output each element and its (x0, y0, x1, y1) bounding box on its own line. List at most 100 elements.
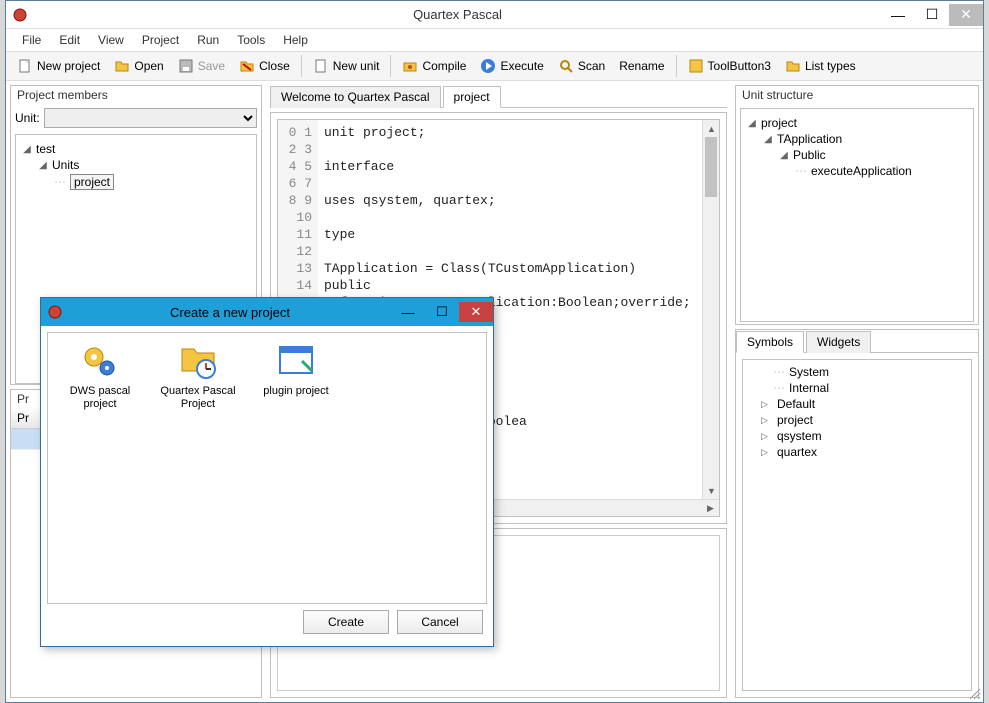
symbols-tree[interactable]: ⋯System⋯Internal▷Default▷project▷qsystem… (742, 359, 972, 691)
expander-icon[interactable]: ▷ (761, 415, 769, 426)
scroll-right-icon[interactable]: ▶ (702, 500, 719, 517)
open-button[interactable]: Open (107, 54, 170, 78)
window-plugin-icon (276, 341, 316, 381)
symbol-label: qsystem (777, 429, 822, 443)
expander-icon[interactable]: ▷ (761, 447, 769, 458)
tab-symbols[interactable]: Symbols (736, 331, 804, 353)
tool-icon (688, 58, 704, 74)
toolbutton3-button[interactable]: ToolButton3 (681, 54, 778, 78)
project-tree[interactable]: ◢test ◢Units ⋯project (20, 139, 252, 193)
new-unit-label: New unit (333, 59, 380, 73)
menu-edit[interactable]: Edit (51, 31, 88, 49)
template-label: DWS pascal project (56, 385, 144, 411)
menu-view[interactable]: View (90, 31, 132, 49)
save-button[interactable]: Save (171, 54, 232, 78)
template-quartex-pascal[interactable]: Quartex Pascal Project (154, 341, 242, 411)
file-icon (17, 58, 33, 74)
app-icon (12, 7, 28, 23)
tree-units[interactable]: Units (52, 158, 79, 172)
menu-project[interactable]: Project (134, 31, 187, 49)
open-label: Open (134, 59, 163, 73)
chevron-down-icon[interactable]: ◢ (747, 118, 757, 129)
new-project-dialog: Create a new project — ☐ ✕ DWS pascal pr… (40, 297, 494, 647)
chevron-down-icon[interactable]: ◢ (38, 160, 48, 171)
execute-label: Execute (500, 59, 543, 73)
project-members-title: Project members (11, 86, 261, 104)
rename-button[interactable]: Rename (612, 55, 671, 77)
menu-tools[interactable]: Tools (229, 31, 273, 49)
scan-label: Scan (578, 59, 605, 73)
execute-button[interactable]: Execute (473, 54, 550, 78)
folder-clock-icon (178, 341, 218, 381)
tab-welcome[interactable]: Welcome to Quartex Pascal (270, 86, 441, 108)
template-label: Quartex Pascal Project (154, 385, 242, 411)
chevron-down-icon[interactable]: ◢ (779, 150, 789, 161)
tab-project[interactable]: project (443, 86, 501, 108)
chevron-down-icon[interactable]: ◢ (22, 144, 32, 155)
unit-combobox[interactable] (44, 108, 257, 128)
scan-icon (558, 58, 574, 74)
vertical-scrollbar[interactable]: ▲ ▼ (702, 120, 719, 499)
unit-structure-title: Unit structure (736, 86, 978, 104)
symbol-label: System (789, 365, 829, 379)
struct-execute[interactable]: executeApplication (811, 164, 912, 178)
dialog-minimize-button[interactable]: — (391, 302, 425, 322)
tree-root[interactable]: test (36, 142, 55, 156)
compile-icon (402, 58, 418, 74)
compile-label: Compile (422, 59, 466, 73)
menu-run[interactable]: Run (189, 31, 227, 49)
scroll-up-icon[interactable]: ▲ (703, 120, 720, 137)
app-icon (47, 304, 63, 320)
save-label: Save (198, 59, 225, 73)
close-project-button[interactable]: Close (232, 54, 297, 78)
compile-button[interactable]: Compile (395, 54, 473, 78)
struct-tapplication[interactable]: TApplication (777, 132, 842, 146)
save-icon (178, 58, 194, 74)
rename-label: Rename (619, 59, 664, 73)
tab-widgets[interactable]: Widgets (806, 331, 871, 353)
folder-close-icon (239, 58, 255, 74)
menubar: File Edit View Project Run Tools Help (6, 29, 983, 51)
scrollbar-thumb[interactable] (705, 137, 717, 197)
template-plugin[interactable]: plugin project (252, 341, 340, 398)
new-project-label: New project (37, 59, 100, 73)
close-button[interactable]: ✕ (949, 4, 983, 26)
menu-help[interactable]: Help (275, 31, 316, 49)
struct-public[interactable]: Public (793, 148, 826, 162)
symbol-item[interactable]: ▷ qsystem (747, 428, 967, 444)
expander-icon[interactable]: ▷ (761, 399, 769, 410)
minimize-button[interactable]: — (881, 4, 915, 26)
symbol-item[interactable]: ▷ project (747, 412, 967, 428)
toolbar: New project Open Save Close New unit Com… (6, 51, 983, 81)
list-types-button[interactable]: List types (778, 54, 863, 78)
create-button[interactable]: Create (303, 610, 389, 634)
new-project-button[interactable]: New project (10, 54, 107, 78)
menu-file[interactable]: File (14, 31, 49, 49)
scroll-down-icon[interactable]: ▼ (703, 482, 720, 499)
struct-project[interactable]: project (761, 116, 797, 130)
tree-project-item[interactable]: project (70, 174, 114, 190)
symbol-label: project (777, 413, 813, 427)
symbol-item[interactable]: ⋯Internal (747, 380, 967, 396)
dialog-maximize-button[interactable]: ☐ (425, 302, 459, 322)
resize-grip-icon[interactable] (967, 686, 981, 700)
cancel-button[interactable]: Cancel (397, 610, 483, 634)
structure-tree[interactable]: ◢project ◢TApplication ◢Public ⋯executeA… (745, 113, 969, 181)
expander-icon[interactable]: ▷ (761, 431, 769, 442)
titlebar: Quartex Pascal — ☐ ✕ (6, 1, 983, 29)
symbol-label: quartex (777, 445, 817, 459)
toolbutton3-label: ToolButton3 (708, 59, 771, 73)
template-dws-pascal[interactable]: DWS pascal project (56, 341, 144, 411)
maximize-button[interactable]: ☐ (915, 4, 949, 26)
window-title: Quartex Pascal (34, 7, 881, 22)
play-icon (480, 58, 496, 74)
scan-button[interactable]: Scan (551, 54, 612, 78)
folder-open-icon (114, 58, 130, 74)
chevron-down-icon[interactable]: ◢ (763, 134, 773, 145)
file-icon (313, 58, 329, 74)
symbol-item[interactable]: ⋯System (747, 364, 967, 380)
dialog-close-button[interactable]: ✕ (459, 302, 493, 322)
new-unit-button[interactable]: New unit (306, 54, 387, 78)
symbol-item[interactable]: ▷ quartex (747, 444, 967, 460)
symbol-item[interactable]: ▷Default (747, 396, 967, 412)
